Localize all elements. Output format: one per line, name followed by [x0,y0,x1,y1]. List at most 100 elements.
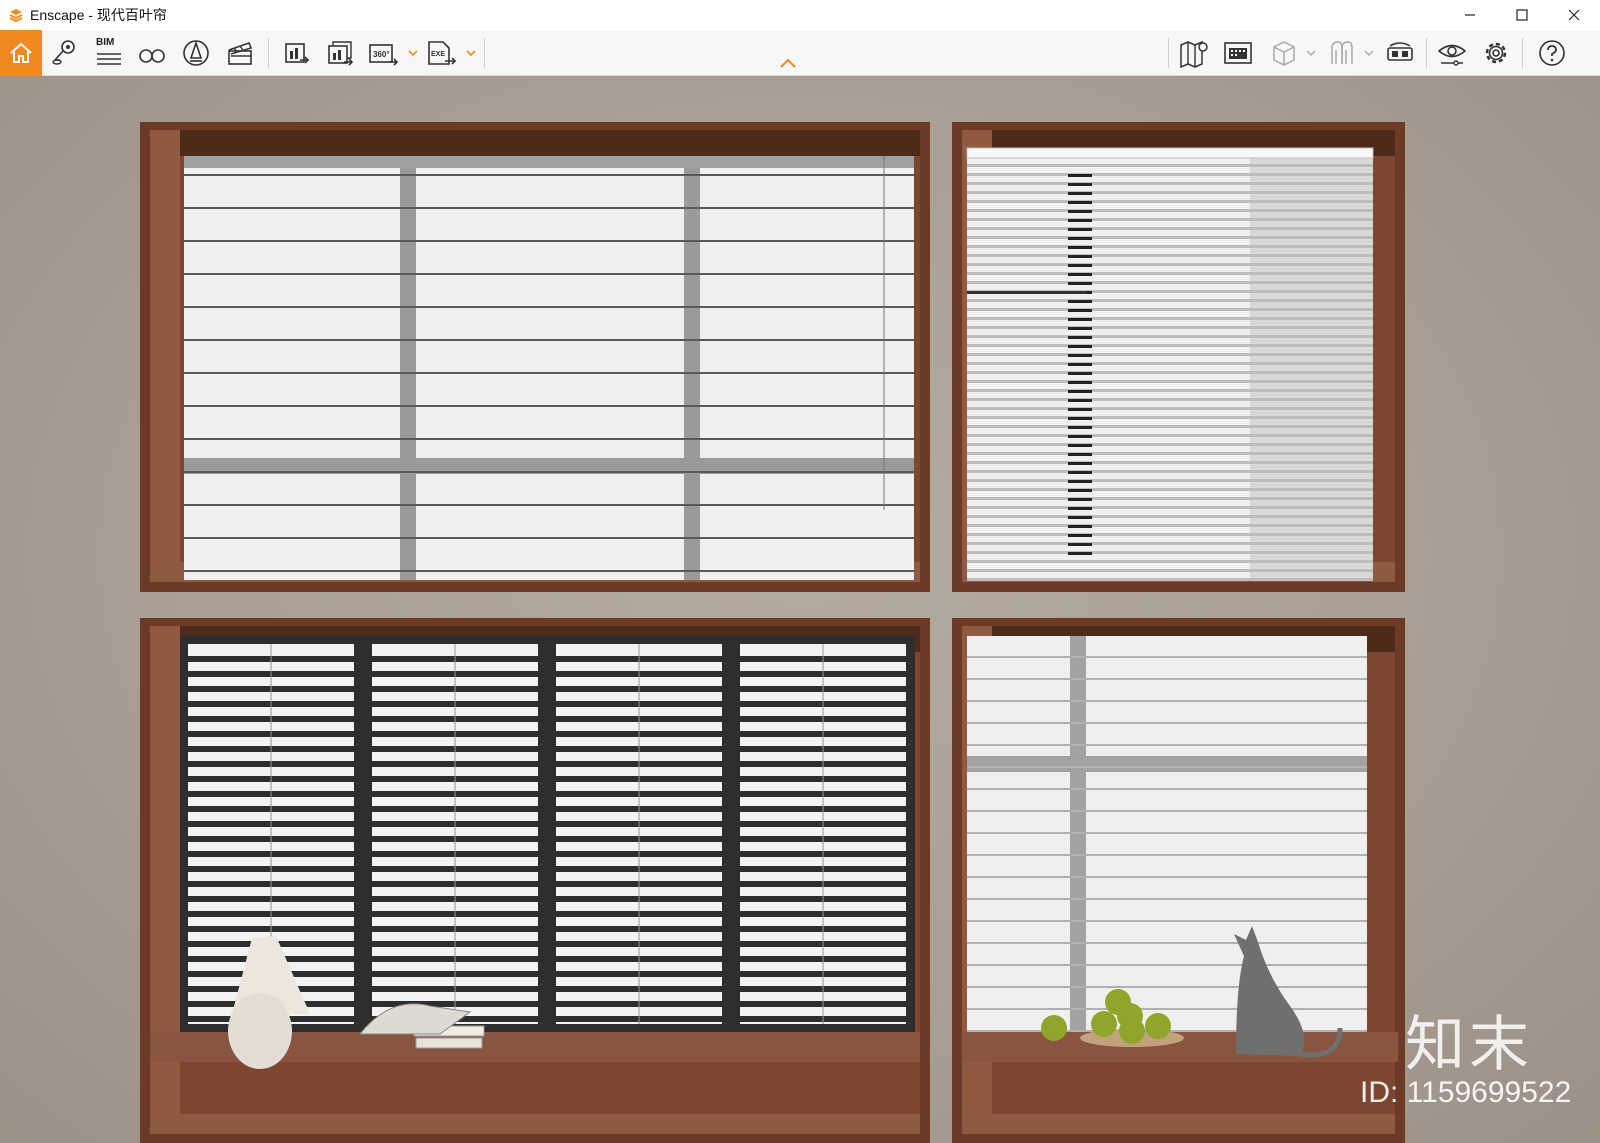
minimize-button[interactable] [1444,0,1496,30]
toolbar-separator [268,38,269,68]
view-cube-dropdown-icon[interactable] [1306,48,1316,58]
minimize-icon [1465,14,1475,16]
asset-library-icon [183,40,209,66]
window-bottom-right-slat [967,766,1367,768]
window-bottom-right-slat [967,986,1367,988]
cube-icon [1273,41,1295,66]
views-button[interactable] [46,36,82,70]
exe-export-button[interactable]: EXE [424,36,460,70]
exe-dropdown-icon[interactable] [466,48,476,58]
bim-label: BIM [96,37,115,48]
toolbar-separator [484,38,485,68]
screenshot-button[interactable] [278,36,314,70]
window-top-right-dark-slat [1068,174,1092,177]
asset-library-button[interactable] [178,36,214,70]
window-bottom-right-slat [967,1008,1367,1010]
window-bottom-right-slat [967,920,1367,922]
window-title: Enscape - 现代百叶帘 [30,7,167,23]
help-button[interactable] [1534,36,1570,70]
svg-text:360°: 360° [373,50,390,59]
window-top-right-dark-slat [1068,354,1092,357]
maximize-button[interactable] [1496,0,1548,30]
batch-render-button[interactable] [322,36,358,70]
window-top-right-dark-slat [1068,507,1092,510]
main-toolbar: BIM 360° EXE [0,30,1600,76]
screenshot-export-icon [285,43,310,64]
window-top-right-dark-slat [1068,399,1092,402]
window-top-right-dark-slat [1068,444,1092,447]
chevron-up-icon[interactable] [778,56,798,70]
watermark-id: ID: 1159699522 [1360,1076,1572,1109]
window-top-left-slat [184,372,914,374]
window-top-right-slat [967,551,1373,554]
window-top-right-dark-slat [1068,381,1092,384]
window-top-left-side [150,130,180,582]
window-top-right-slat [967,182,1373,185]
toolbar-separator [1426,38,1427,68]
map-pin-icon [1180,40,1208,68]
window-bottom-right-slat [967,832,1367,834]
window-top-right-dark-slat [1068,219,1092,222]
home-button[interactable] [0,30,42,76]
window-top-right-slat [967,515,1373,518]
window-top-right-dark-slat [1068,327,1092,330]
window-top-right-slat [967,326,1373,329]
window-top-right-dark-slat [1068,426,1092,429]
window-bottom-right-slat [967,722,1367,724]
window-top-right-slat [967,362,1373,365]
maximize-icon [1516,9,1528,21]
apple [1091,1011,1117,1037]
window-bottom-right-slat [967,964,1367,966]
view-cube-button[interactable] [1266,36,1302,70]
project-manager-button[interactable] [1220,36,1256,70]
window-top-right-dark-slat [1068,309,1092,312]
window-top-right-slat [967,497,1373,500]
window-top-right-dark-slat [1068,237,1092,240]
toolbar-separator [1168,38,1169,68]
window-top-right-dark-slat [1068,525,1092,528]
window-top-right-slat [967,380,1373,383]
window-top-right-dark-slat [1068,318,1092,321]
window-top-right-dark-slat [1068,480,1092,483]
close-icon [1568,9,1580,21]
window-top-left-slat [184,273,914,275]
window-top-right-slat [967,524,1373,527]
people-icon [1331,41,1353,64]
window-top-right-slat [967,389,1373,392]
window-top-right-slat [967,461,1373,464]
visual-settings-button[interactable] [1434,36,1470,70]
window-top-left-slat [184,306,914,308]
window-top-right-dark-slat [1068,282,1092,285]
window-top-right-slat [967,578,1373,581]
upload-dropdown-icon[interactable] [1364,48,1374,58]
look-around-button[interactable] [134,36,170,70]
window-top-right-dark-slat [1068,336,1092,339]
window-bottom-right-slat [967,854,1367,856]
window-top-left-slat [184,438,914,440]
title-bar: Enscape - 现代百叶帘 [0,0,1600,30]
help-icon [1539,40,1565,66]
window-top-right-dark-slat [1068,552,1092,555]
scene-render [140,122,1405,1143]
panorama-button[interactable]: 360° [366,36,402,70]
upload-button[interactable] [1324,36,1360,70]
window-top-right-rail [967,291,1087,294]
map-button[interactable] [1176,36,1212,70]
window-top-right-slat [967,560,1373,563]
window-top-right-dark-slat [1068,201,1092,204]
window-top-left-slat [184,504,914,506]
gear-icon [1485,42,1507,64]
location-pin-icon [52,40,75,65]
close-button[interactable] [1548,0,1600,30]
window-top-right-dark-slat [1068,228,1092,231]
window-controls [1444,0,1600,30]
clapperboard-icon [228,41,253,65]
render-viewport[interactable]: 知末 ID: 1159699522 [0,76,1600,1143]
vr-headset-button[interactable] [1382,36,1418,70]
enscape-logo-icon [9,9,23,23]
panorama-dropdown-icon[interactable] [408,48,418,58]
video-editor-button[interactable] [222,36,258,70]
window-top-right-slat [967,569,1373,572]
window-top-right-slat [967,245,1373,248]
general-settings-button[interactable] [1478,36,1514,70]
